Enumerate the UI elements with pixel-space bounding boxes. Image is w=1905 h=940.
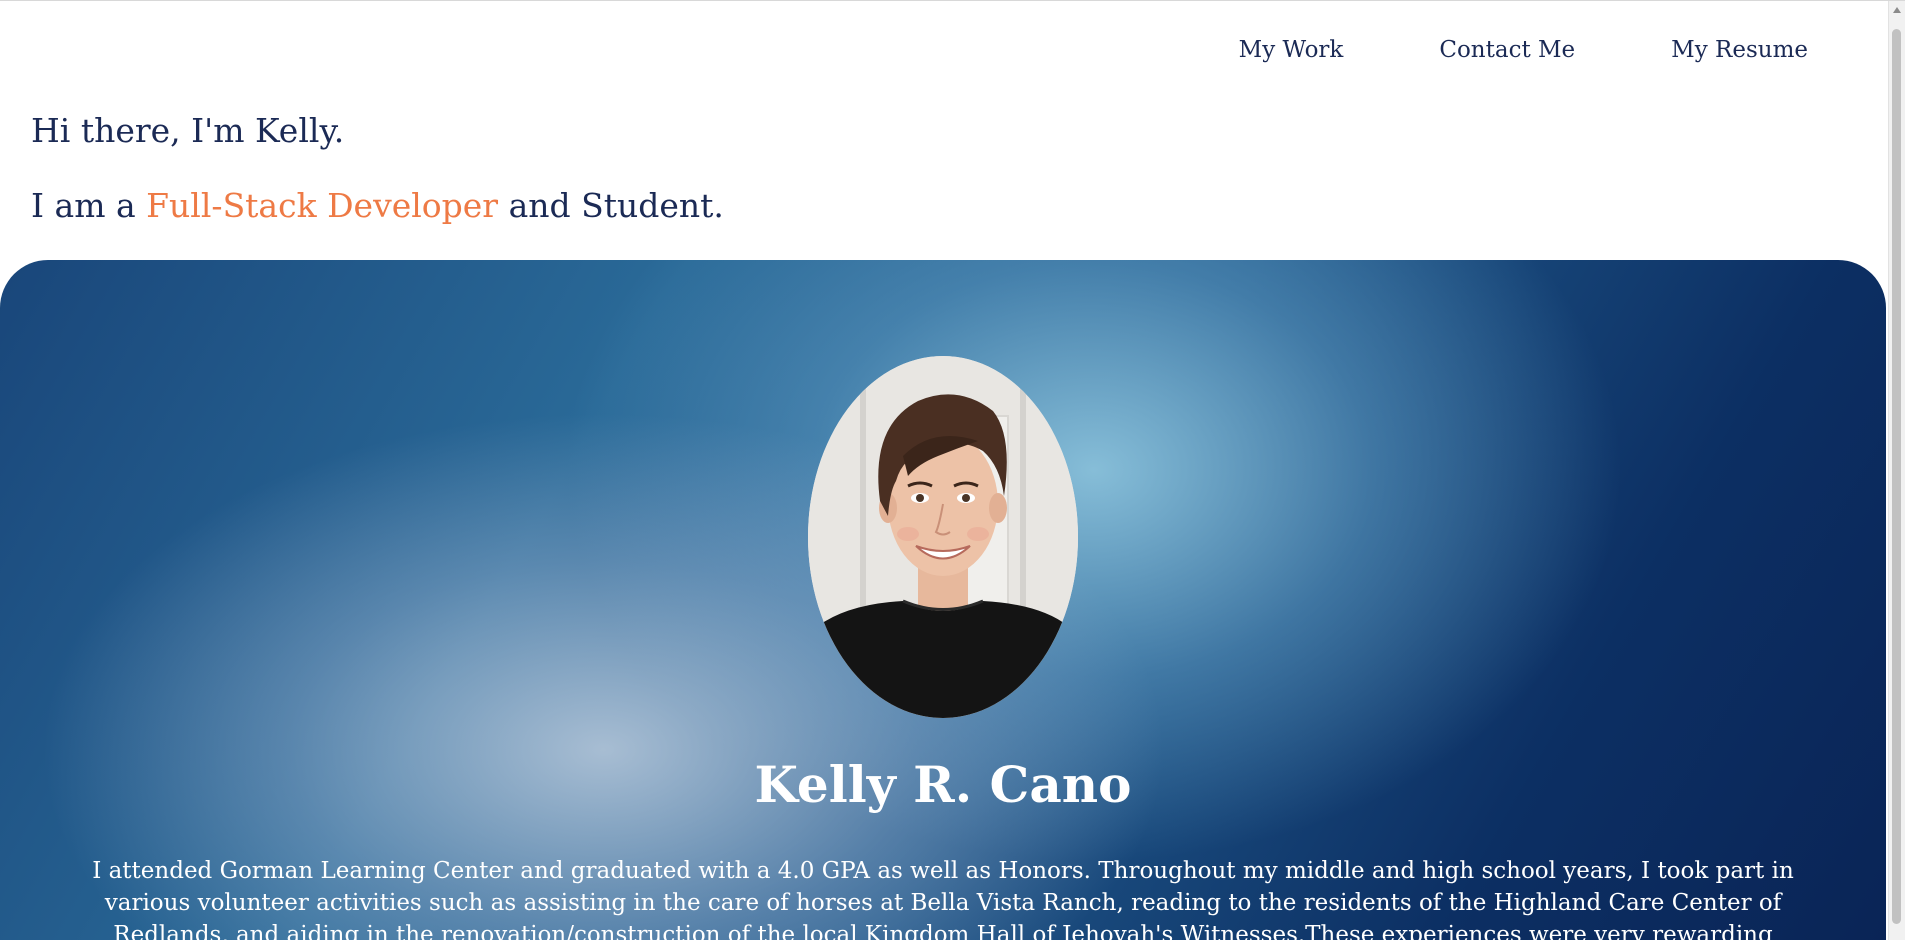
tagline-role: Full-Stack Developer	[146, 186, 499, 225]
nav-my-work-link[interactable]: My Work	[1239, 37, 1344, 63]
scrollbar-thumb[interactable]	[1892, 29, 1901, 924]
scroll-up-arrow-icon[interactable]	[1893, 7, 1901, 13]
profile-name: Kelly R. Cano	[754, 755, 1132, 814]
profile-hero-section: Kelly R. Cano I attended Gorman Learning…	[0, 260, 1886, 940]
nav-contact-me-link[interactable]: Contact Me	[1439, 37, 1575, 63]
tagline-prefix: I am a	[31, 186, 147, 225]
greeting-heading: Hi there, I'm Kelly.	[31, 111, 345, 150]
top-nav: My Work Contact Me My Resume	[1143, 37, 1808, 63]
vertical-scrollbar[interactable]	[1888, 1, 1905, 940]
nav-my-resume-link[interactable]: My Resume	[1671, 37, 1808, 63]
portfolio-page: My Work Contact Me My Resume Hi there, I…	[0, 0, 1905, 940]
profile-photo-illustration	[808, 356, 1078, 718]
profile-photo	[808, 356, 1078, 718]
tagline-suffix: and Student.	[498, 186, 724, 225]
profile-bio: I attended Gorman Learning Center and gr…	[92, 858, 1794, 940]
tagline-heading: I am a Full-Stack Developer and Student.	[31, 186, 724, 225]
